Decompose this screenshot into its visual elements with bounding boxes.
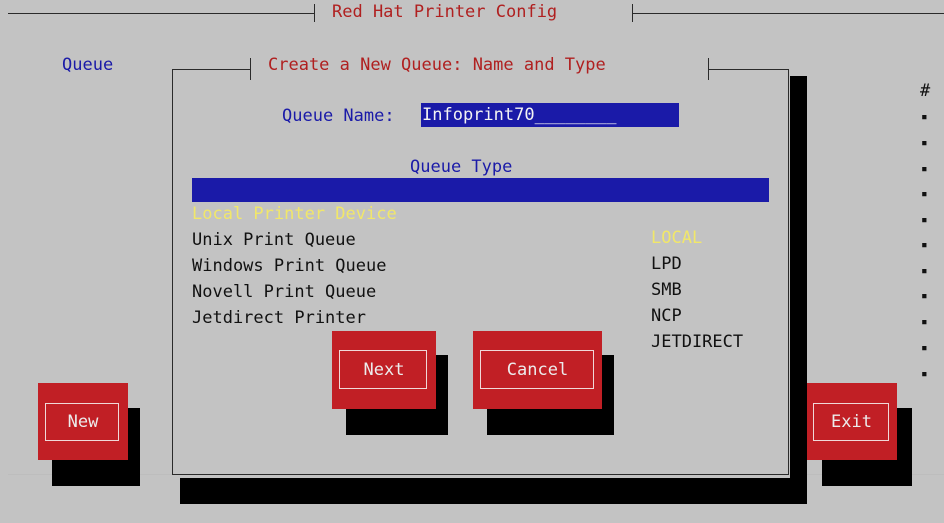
- queue-type-name: Jetdirect Printer: [192, 308, 366, 328]
- list-bullet: ▪: [921, 289, 928, 302]
- queue-column-header: Queue: [62, 55, 114, 75]
- list-bullet: ▪: [921, 136, 928, 149]
- list-bullet: ▪: [921, 341, 928, 354]
- list-bullet: ▪: [921, 367, 928, 380]
- main-window-border-top-right: [632, 13, 944, 14]
- new-button-label: New: [67, 411, 99, 432]
- title-bracket-left: [314, 4, 315, 22]
- queue-type-item-lpd[interactable]: Unix Print Queue LPD: [192, 204, 769, 274]
- app-title: Red Hat Printer Config: [332, 2, 558, 22]
- list-bullet: ▪: [921, 213, 928, 226]
- exit-button-label: Exit: [831, 411, 872, 432]
- queue-name-input[interactable]: Infoprint70________: [421, 103, 679, 127]
- dialog-border-top-right: [708, 69, 788, 70]
- queue-type-item-jetdirect[interactable]: Jetdirect Printer JETDIRECT: [192, 282, 769, 352]
- next-button[interactable]: Next: [332, 331, 436, 409]
- list-bullet: ▪: [921, 110, 928, 123]
- cancel-button[interactable]: Cancel: [473, 331, 602, 409]
- list-bullet: ▪: [921, 264, 928, 277]
- list-bullet: ▪: [921, 162, 928, 175]
- dialog-shadow: [180, 478, 807, 504]
- dialog-border-right: [788, 69, 789, 474]
- exit-button[interactable]: Exit: [806, 383, 897, 460]
- dialog-title-bracket-left: [250, 58, 251, 80]
- next-button-label: Next: [363, 360, 405, 380]
- new-button[interactable]: New: [38, 383, 128, 460]
- queue-type-item-ncp[interactable]: Novell Print Queue NCP: [192, 256, 769, 326]
- queue-type-code: JETDIRECT: [651, 332, 744, 352]
- dialog-border-top-left: [172, 69, 250, 70]
- queue-type-item-local[interactable]: Local Printer Device LOCAL: [192, 178, 769, 248]
- cancel-button-label: Cancel: [506, 360, 569, 380]
- dialog-border-bottom: [172, 474, 789, 475]
- dialog-shadow: [790, 76, 807, 488]
- dialog-title: Create a New Queue: Name and Type: [268, 55, 606, 75]
- list-bullet: ▪: [921, 187, 928, 200]
- queue-type-item-smb[interactable]: Windows Print Queue SMB: [192, 230, 769, 300]
- queue-type-code: NCP: [651, 306, 682, 326]
- main-window-border-top-left: [8, 13, 314, 14]
- dialog-border-left: [172, 69, 173, 474]
- list-bullet: ▪: [921, 315, 928, 328]
- hash-column-header: #: [920, 81, 931, 101]
- queue-type-label: Queue Type: [410, 157, 513, 177]
- list-bullet: ▪: [921, 238, 928, 251]
- queue-name-label: Queue Name:: [282, 106, 395, 126]
